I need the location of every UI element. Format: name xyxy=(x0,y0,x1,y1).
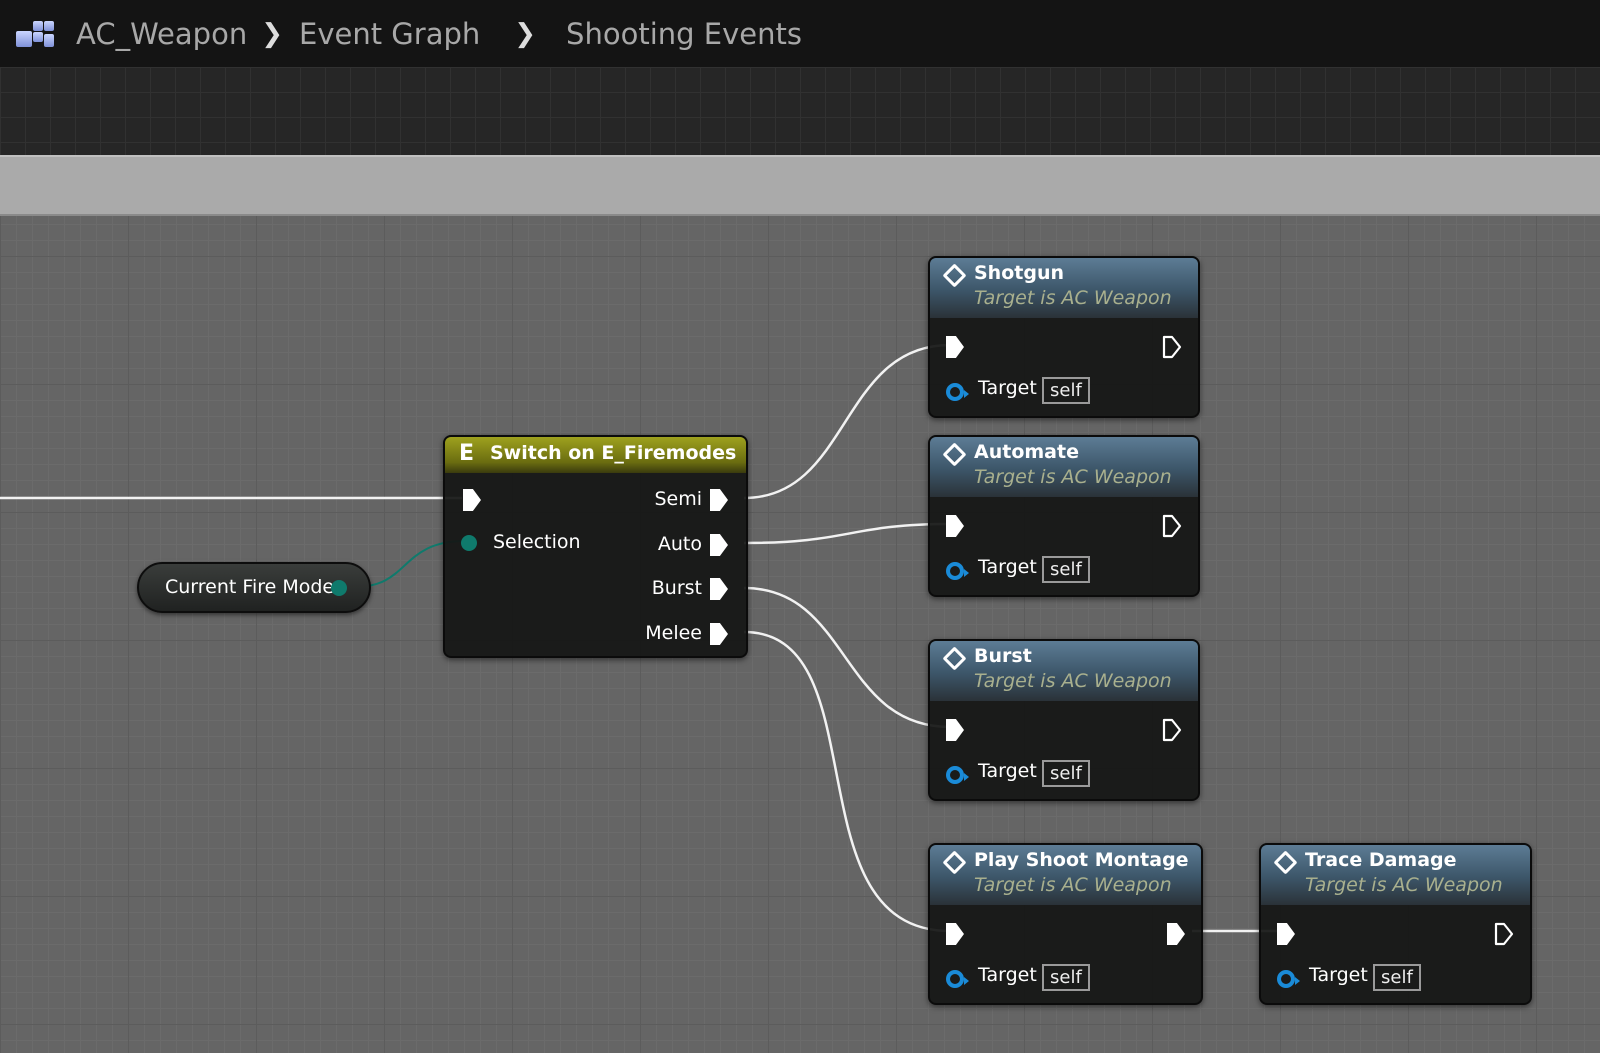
node-subtitle: Target is AC Weapon xyxy=(974,287,1172,309)
exec-wire xyxy=(743,343,951,500)
function-node[interactable]: Trace Damage Target is AC Weapon Target … xyxy=(1259,843,1532,1005)
target-label: Target xyxy=(978,760,1037,782)
object-pin-icon[interactable] xyxy=(946,562,969,580)
exec-in-pin[interactable] xyxy=(946,515,964,537)
exec-in-pin[interactable] xyxy=(946,719,964,741)
node-title: Shotgun xyxy=(974,262,1064,284)
function-icon xyxy=(942,442,967,467)
function-icon xyxy=(942,263,967,288)
node-title: Trace Damage xyxy=(1305,849,1457,871)
function-node[interactable]: Automate Target is AC Weapon Target self xyxy=(928,435,1200,597)
selection-label: Selection xyxy=(493,531,581,553)
target-self-value[interactable]: self xyxy=(1042,964,1090,991)
exec-out-pin[interactable] xyxy=(710,623,728,645)
function-icon xyxy=(1273,850,1298,875)
exec-out-pin[interactable] xyxy=(1162,718,1182,742)
node-title: Burst xyxy=(974,645,1032,667)
exec-out-pin[interactable] xyxy=(710,534,728,556)
exec-out-pin[interactable] xyxy=(1162,514,1182,538)
exec-wire xyxy=(743,586,951,729)
switch-node[interactable]: E Switch on E_Firemodes Selection Semi Au… xyxy=(443,435,748,658)
target-self-value[interactable]: self xyxy=(1373,964,1421,991)
variable-label: Current Fire Mode xyxy=(165,576,335,598)
exec-in-pin[interactable] xyxy=(1277,923,1295,945)
node-subtitle: Target is AC Weapon xyxy=(1305,874,1503,896)
target-label: Target xyxy=(978,556,1037,578)
target-self-value[interactable]: self xyxy=(1042,556,1090,583)
node-title: Play Shoot Montage xyxy=(974,849,1189,871)
target-self-value[interactable]: self xyxy=(1042,377,1090,404)
function-icon xyxy=(942,646,967,671)
object-pin-icon[interactable] xyxy=(946,383,969,401)
exec-out-pin[interactable] xyxy=(710,578,728,600)
node-title: Automate xyxy=(974,441,1079,463)
output-label: Semi xyxy=(654,488,702,510)
target-self-value[interactable]: self xyxy=(1042,760,1090,787)
object-pin-icon[interactable] xyxy=(1277,970,1300,988)
object-pin-icon[interactable] xyxy=(946,970,969,988)
exec-out-pin[interactable] xyxy=(1494,922,1514,946)
object-pin-icon[interactable] xyxy=(946,766,969,784)
output-label: Melee xyxy=(645,622,702,644)
function-node[interactable]: Play Shoot Montage Target is AC Weapon T… xyxy=(928,843,1203,1005)
target-label: Target xyxy=(978,377,1037,399)
node-subtitle: Target is AC Weapon xyxy=(974,874,1172,896)
exec-in-pin[interactable] xyxy=(946,336,964,358)
exec-in-pin[interactable] xyxy=(946,923,964,945)
exec-out-pin[interactable] xyxy=(710,489,728,511)
exec-wire xyxy=(743,522,951,545)
function-node[interactable]: Burst Target is AC Weapon Target self xyxy=(928,639,1200,801)
output-label: Burst xyxy=(651,577,702,599)
enum-pin-icon[interactable] xyxy=(461,535,477,551)
exec-in-pin[interactable] xyxy=(463,489,481,511)
switch-icon: E xyxy=(459,441,475,466)
target-label: Target xyxy=(1309,964,1368,986)
target-label: Target xyxy=(978,964,1037,986)
function-node[interactable]: Shotgun Target is AC Weapon Target self xyxy=(928,256,1200,418)
function-icon xyxy=(942,850,967,875)
node-subtitle: Target is AC Weapon xyxy=(974,466,1172,488)
exec-out-pin[interactable] xyxy=(1162,335,1182,359)
node-title: Switch on E_Firemodes xyxy=(490,442,737,464)
exec-out-pin[interactable] xyxy=(1167,923,1185,945)
output-label: Auto xyxy=(657,533,702,555)
enum-pin-icon[interactable] xyxy=(331,580,347,596)
current-fire-mode-node[interactable]: Current Fire Mode xyxy=(137,562,371,613)
exec-wire xyxy=(743,630,951,933)
node-subtitle: Target is AC Weapon xyxy=(974,670,1172,692)
